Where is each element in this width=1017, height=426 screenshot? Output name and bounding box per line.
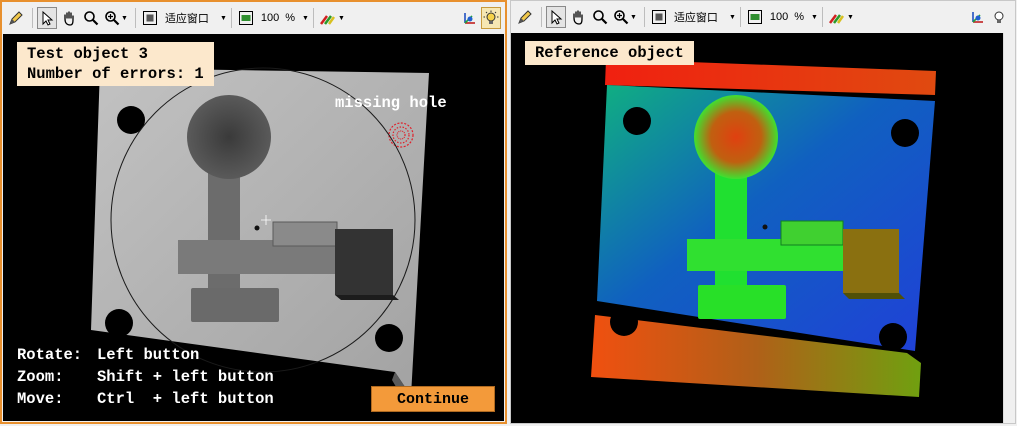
pan-hand-icon[interactable] xyxy=(568,6,588,28)
axis-3d-icon[interactable] xyxy=(459,7,479,29)
color-palette-icon[interactable]: ▼ xyxy=(827,6,855,28)
left-view-panel[interactable]: ▼ 适应窗口 ▼ 100 % ▼ ▼ Test object 3 Number … xyxy=(0,0,507,424)
hint-binding: Left button xyxy=(97,346,200,364)
chevron-down-icon[interactable]: ▼ xyxy=(220,15,227,22)
error-count: Number of errors: 1 xyxy=(27,65,204,83)
hint-move: Move: Ctrl + left button xyxy=(17,388,274,410)
continue-button[interactable]: Continue xyxy=(371,386,495,412)
fit-window-label[interactable]: 适应窗口 xyxy=(674,9,718,25)
magnifier-icon[interactable] xyxy=(590,6,610,28)
hint-binding: Ctrl + left button xyxy=(97,390,274,408)
color-palette-icon[interactable]: ▼ xyxy=(318,7,346,29)
toolbar-separator xyxy=(739,7,741,27)
zoom-value[interactable]: 100 xyxy=(770,11,788,23)
left-toolbar: ▼ 适应窗口 ▼ 100 % ▼ ▼ xyxy=(2,2,505,34)
axis-3d-icon[interactable] xyxy=(967,6,987,28)
pan-hand-icon[interactable] xyxy=(59,7,79,29)
test-object-title: Test object 3 xyxy=(27,45,148,63)
edit-icon[interactable] xyxy=(515,6,535,28)
corner-hole xyxy=(623,107,651,135)
zoom-level-icon[interactable] xyxy=(236,7,256,29)
hint-action: Rotate: xyxy=(17,346,83,364)
corner-hole xyxy=(610,308,638,336)
test-object-info-box: Test object 3 Number of errors: 1 xyxy=(17,42,214,86)
pointer-tool-icon[interactable] xyxy=(37,7,57,29)
zoom-unit: % xyxy=(285,12,296,24)
corner-hole xyxy=(891,119,919,147)
fit-window-label[interactable]: 适应窗口 xyxy=(165,10,209,26)
reference-title: Reference object xyxy=(525,41,694,65)
chevron-down-icon[interactable]: ▼ xyxy=(302,15,309,22)
zoom-level-icon[interactable] xyxy=(745,6,765,28)
fit-window-icon[interactable] xyxy=(140,7,160,29)
zoom-unit: % xyxy=(794,11,805,23)
chevron-down-icon[interactable]: ▼ xyxy=(729,14,736,21)
corner-hole xyxy=(105,309,133,337)
vertical-scrollbar[interactable] xyxy=(1003,33,1015,423)
zoom-in-icon[interactable]: ▼ xyxy=(103,7,129,29)
light-bulb-icon[interactable] xyxy=(989,6,1009,28)
pointer-tool-icon[interactable] xyxy=(546,6,566,28)
hint-action: Zoom: xyxy=(17,368,64,386)
chevron-down-icon[interactable]: ▼ xyxy=(630,14,637,21)
reference-object-3d-view[interactable]: Reference object xyxy=(511,33,1003,423)
toolbar-separator xyxy=(821,7,823,27)
small-pin-hole xyxy=(762,224,768,230)
toolbar-separator xyxy=(541,7,542,27)
chevron-down-icon[interactable]: ▼ xyxy=(811,14,818,21)
small-pin-hole xyxy=(254,225,260,231)
chevron-down-icon[interactable]: ▼ xyxy=(847,14,854,21)
error-annotation: missing hole xyxy=(335,94,447,112)
test-object-3d-view[interactable]: Test object 3 Number of errors: 1 missin… xyxy=(3,34,504,421)
chevron-down-icon[interactable]: ▼ xyxy=(121,15,128,22)
zoom-in-icon[interactable]: ▼ xyxy=(612,6,638,28)
corner-hole xyxy=(879,323,907,351)
zoom-value[interactable]: 100 xyxy=(261,12,279,24)
toolbar-separator xyxy=(643,7,645,27)
toolbar-separator xyxy=(134,8,136,28)
right-view-panel[interactable]: ▼ 适应窗口 ▼ 100 % ▼ ▼ Reference object xyxy=(510,0,1016,424)
reference-object-render[interactable] xyxy=(511,33,1003,423)
right-toolbar: ▼ 适应窗口 ▼ 100 % ▼ ▼ xyxy=(511,1,1015,33)
fit-window-icon[interactable] xyxy=(649,6,669,28)
hint-zoom: Zoom: Shift + left button xyxy=(17,366,274,388)
hint-action: Move: xyxy=(17,390,64,408)
edit-icon[interactable] xyxy=(6,7,26,29)
light-bulb-icon[interactable] xyxy=(481,7,501,29)
toolbar-separator xyxy=(312,8,314,28)
corner-hole xyxy=(375,324,403,352)
ball-cavity xyxy=(187,95,271,179)
reference-ball xyxy=(694,95,778,179)
toolbar-separator xyxy=(32,8,33,28)
magnifier-icon[interactable] xyxy=(81,7,101,29)
toolbar-separator xyxy=(230,8,232,28)
hint-rotate: Rotate: Left button xyxy=(17,344,199,366)
chevron-down-icon[interactable]: ▼ xyxy=(338,15,345,22)
hint-binding: Shift + left button xyxy=(97,368,274,386)
